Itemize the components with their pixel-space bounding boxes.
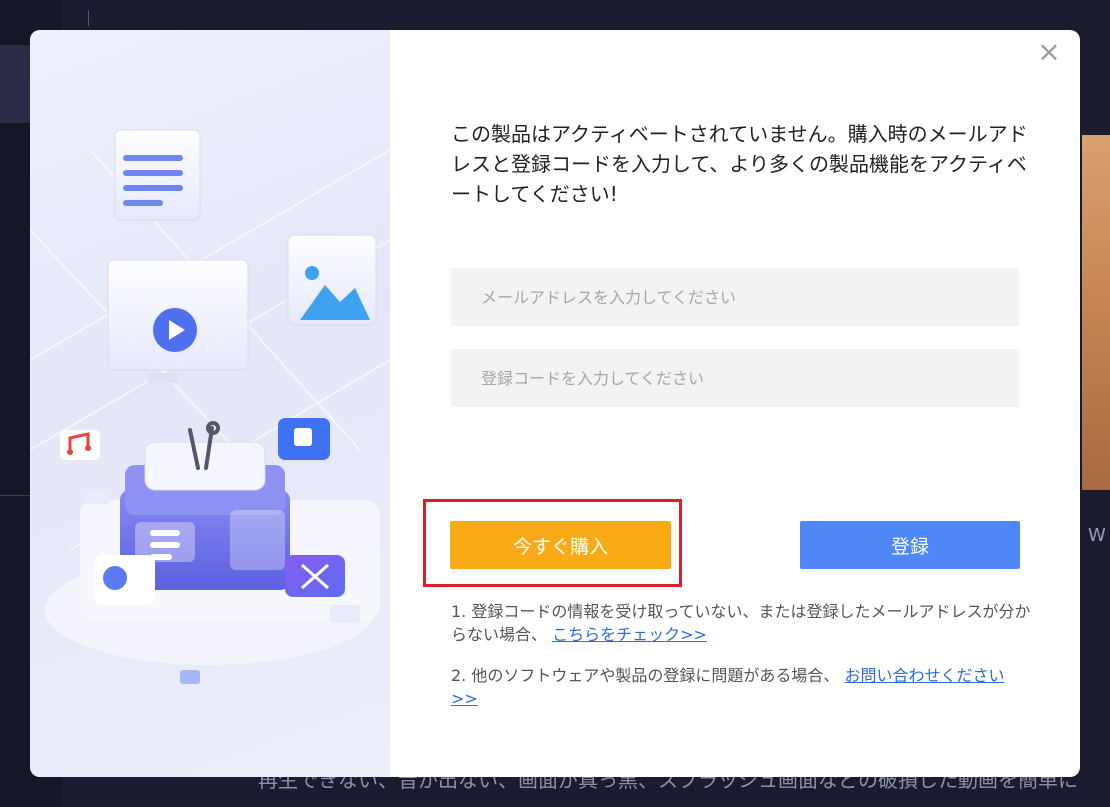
help-note-1-text: 1. 登録コードの情報を受け取っていない、または登録したメールアドレスが分からな… bbox=[451, 602, 1031, 644]
help-note-2: 2. 他のソフトウェアや製品の登録に問題がある場合、 お問い合わせください>> bbox=[451, 664, 1031, 710]
close-icon[interactable]: × bbox=[1035, 38, 1063, 66]
activation-message: この製品はアクティベートされていません。購入時のメールアドレスと登録コードを入力… bbox=[451, 122, 1028, 206]
check-here-link[interactable]: こちらをチェック>> bbox=[552, 625, 707, 644]
email-input[interactable] bbox=[451, 268, 1019, 326]
document-icon bbox=[114, 129, 201, 221]
background-label: W bbox=[1088, 525, 1106, 546]
toolbar-divider bbox=[88, 10, 89, 26]
box-icon bbox=[278, 418, 330, 460]
activation-dialog: × この製品はアクティベートされていません。購入時のメールアドレスと登録コードを… bbox=[30, 30, 1080, 777]
video-thumbnail bbox=[1082, 135, 1110, 490]
help-note-2-text: 2. 他のソフトウェアや製品の登録に問題がある場合、 bbox=[451, 666, 840, 685]
help-note-1: 1. 登録コードの情報を受け取っていない、または登録したメールアドレスが分からな… bbox=[451, 600, 1031, 646]
buy-now-button[interactable]: 今すぐ購入 bbox=[450, 521, 671, 569]
register-button[interactable]: 登録 bbox=[800, 521, 1020, 569]
activation-illustration bbox=[30, 30, 390, 777]
music-icon bbox=[60, 430, 100, 460]
registration-code-input[interactable] bbox=[451, 349, 1019, 407]
sidebar-separator bbox=[0, 495, 30, 496]
settings-tile-icon bbox=[285, 555, 345, 597]
play-icon bbox=[107, 259, 249, 383]
image-icon bbox=[287, 234, 377, 326]
badge-icon bbox=[95, 555, 155, 605]
